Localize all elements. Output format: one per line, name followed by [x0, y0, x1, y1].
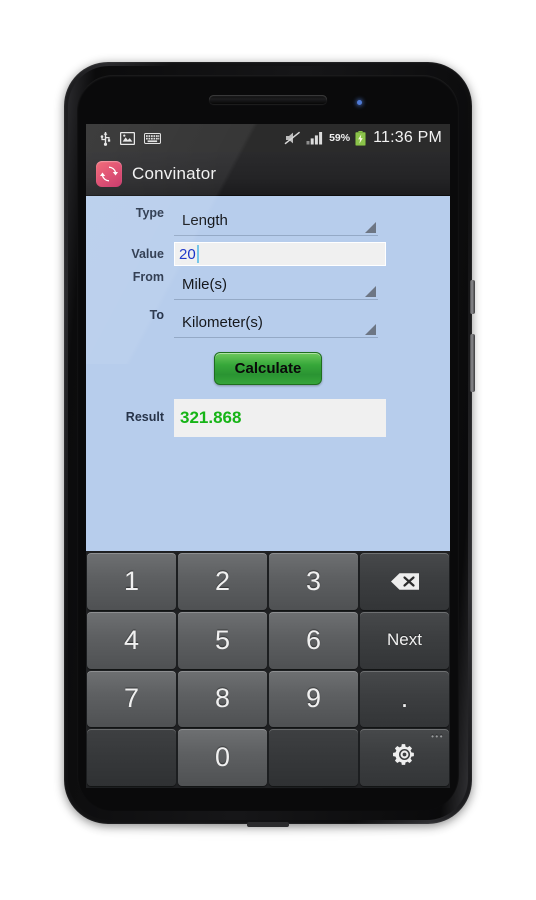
converter-form: Type Length Value 20 From Mile(s) To Kil… [86, 196, 450, 551]
from-spinner-value: Mile(s) [182, 276, 227, 293]
app-title-label: Convinator [132, 163, 217, 183]
numeric-keyboard: 1 2 3 4 5 6 Next 7 8 9 . 0 ••• [86, 551, 450, 788]
signal-bars-icon [306, 131, 324, 145]
form-row-from: From Mile(s) [86, 270, 450, 300]
key-3[interactable]: 3 [269, 553, 358, 610]
status-bar-right-icons: 59% 11:36 PM [284, 129, 442, 147]
key-9[interactable]: 9 [269, 670, 358, 728]
convinator-refresh-icon [96, 160, 122, 187]
key-0[interactable]: 0 [178, 729, 267, 786]
keyboard-icon [144, 132, 161, 144]
chevron-down-icon [365, 324, 376, 335]
key-8[interactable]: 8 [178, 670, 267, 728]
type-spinner[interactable]: Length [174, 206, 378, 236]
volume-muted-icon [284, 131, 301, 145]
key-7[interactable]: 7 [87, 670, 176, 728]
calculate-button[interactable]: Calculate [213, 352, 323, 385]
battery-percent-label: 59% [329, 132, 351, 144]
app-title-bar: Convinator [86, 152, 450, 196]
value-input-text: 20 [179, 245, 196, 263]
key-5[interactable]: 5 [178, 611, 267, 669]
clock-label: 11:36 PM [373, 129, 442, 146]
type-label: Type [135, 206, 164, 220]
volume-button[interactable] [470, 334, 475, 392]
form-row-result: Result 321.868 [86, 399, 450, 437]
screenshot-stage: 59% 11:36 PM Convinator Type Length Valu… [0, 0, 536, 900]
to-spinner[interactable]: Kilometer(s) [174, 308, 378, 338]
earpiece-speaker [209, 95, 327, 104]
keyboard-row: 7 8 9 . [87, 670, 449, 728]
chevron-down-icon [365, 222, 376, 233]
calculate-button-row: Calculate [86, 352, 450, 385]
type-spinner-value: Length [182, 212, 228, 229]
key-4[interactable]: 4 [87, 611, 176, 669]
overflow-dots-icon: ••• [431, 732, 444, 742]
keyboard-row: 4 5 6 Next [87, 611, 449, 669]
result-value: 321.868 [180, 408, 242, 427]
phone-screen: 59% 11:36 PM Convinator Type Length Valu… [86, 124, 450, 788]
bottom-port [247, 822, 289, 827]
chevron-down-icon [365, 286, 376, 297]
key-settings[interactable]: ••• [360, 729, 449, 786]
to-spinner-value: Kilometer(s) [182, 314, 263, 331]
text-cursor [196, 245, 199, 263]
from-spinner[interactable]: Mile(s) [174, 270, 378, 300]
key-blank-right[interactable] [269, 729, 358, 786]
backspace-icon [390, 572, 420, 591]
key-backspace[interactable] [360, 553, 449, 610]
to-label: To [149, 308, 164, 322]
image-icon [120, 131, 135, 145]
value-input[interactable]: 20 [174, 242, 386, 266]
usb-icon [100, 131, 111, 146]
keyboard-row: 1 2 3 [87, 553, 449, 610]
keyboard-row: 0 ••• [87, 729, 449, 786]
form-row-value: Value 20 [86, 242, 450, 266]
key-6[interactable]: 6 [269, 611, 358, 669]
result-label: Result [125, 410, 164, 424]
power-button[interactable] [470, 280, 475, 314]
key-next[interactable]: Next [360, 611, 449, 669]
key-2[interactable]: 2 [178, 553, 267, 610]
result-field: 321.868 [174, 399, 386, 437]
from-label: From [132, 270, 164, 284]
key-period[interactable]: . [360, 670, 449, 728]
notification-led [357, 100, 362, 105]
value-label: Value [131, 247, 164, 261]
key-blank-left[interactable] [87, 729, 176, 786]
form-row-to: To Kilometer(s) [86, 308, 450, 338]
status-bar: 59% 11:36 PM [86, 124, 450, 152]
gear-icon [392, 742, 417, 774]
status-bar-left-icons [94, 131, 161, 146]
form-row-type: Type Length [86, 206, 450, 236]
key-1[interactable]: 1 [87, 553, 176, 610]
battery-charging-icon [355, 130, 366, 146]
